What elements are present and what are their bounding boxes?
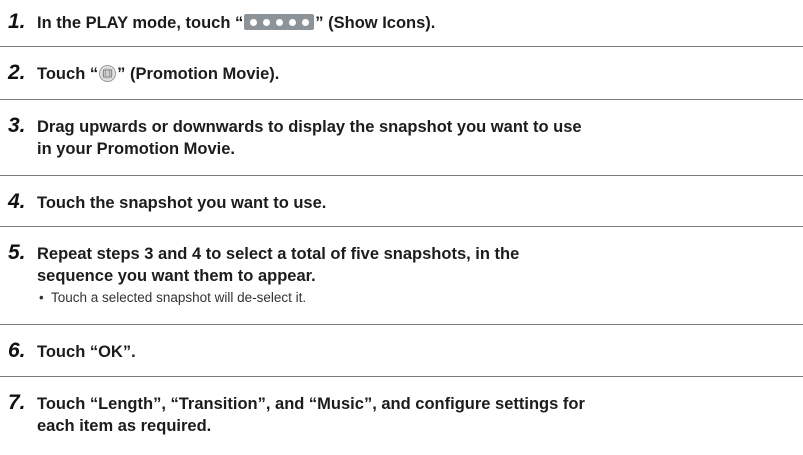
step-text-line: Drag upwards or downwards to display the… <box>37 118 582 136</box>
step-number: 1. <box>8 10 26 33</box>
divider <box>0 175 803 176</box>
step-3: 3. Drag upwards or downwards to display … <box>0 114 803 166</box>
promotion-movie-icon <box>99 65 117 82</box>
step-text-line: sequence you want them to appear. <box>37 267 316 285</box>
step-number: 5. <box>8 241 26 264</box>
step-text: In the PLAY mode, touch “ ” (Show Icons). <box>37 12 797 34</box>
step-text-line: each item as required. <box>37 417 212 435</box>
step-6: 6. Touch “OK”. <box>0 339 803 369</box>
step-text-before: Touch “ <box>37 65 99 83</box>
step-number: 3. <box>8 114 26 137</box>
divider <box>0 226 803 227</box>
note-text: Touch a selected snapshot will de-select… <box>51 290 307 305</box>
step-5: 5. Repeat steps 3 and 4 to select a tota… <box>0 241 803 317</box>
step-text-line: Touch the snapshot you want to use. <box>37 194 327 212</box>
step-text: Drag upwards or downwards to display the… <box>37 116 797 160</box>
step-text-line: Repeat steps 3 and 4 to select a total o… <box>37 245 520 263</box>
step-number: 2. <box>8 61 26 84</box>
step-7: 7. Touch “Length”, “Transition”, and “Mu… <box>0 391 803 443</box>
step-text: Touch “ ” (Promotion Movie). <box>37 63 797 85</box>
step-text-line: Touch “OK”. <box>37 343 136 361</box>
step-2: 2. Touch “ ” (Promotion Movie). <box>0 61 803 91</box>
step-number: 7. <box>8 391 26 414</box>
divider <box>0 99 803 100</box>
step-text: Touch “Length”, “Transition”, and “Music… <box>37 393 797 437</box>
step-text-line: Touch “Length”, “Transition”, and “Music… <box>37 395 585 413</box>
divider <box>0 46 803 47</box>
step-number: 6. <box>8 339 26 362</box>
step-1: 1. In the PLAY mode, touch “ ” (Show Icon… <box>0 10 803 40</box>
step-4: 4. Touch the snapshot you want to use. <box>0 190 803 220</box>
note-bullet: • <box>39 290 44 305</box>
divider <box>0 376 803 377</box>
step-text-after: ” (Promotion Movie). <box>117 65 280 83</box>
show-icons-icon <box>244 14 315 30</box>
step-text-after: ” (Show Icons). <box>315 14 436 32</box>
divider <box>0 324 803 325</box>
step-note: • Touch a selected snapshot will de-selec… <box>39 289 306 307</box>
step-text: Touch the snapshot you want to use. <box>37 192 797 214</box>
step-number: 4. <box>8 190 26 213</box>
step-text-line: in your Promotion Movie. <box>37 140 236 158</box>
step-text: Repeat steps 3 and 4 to select a total o… <box>37 243 797 287</box>
step-text-before: In the PLAY mode, touch “ <box>37 14 244 32</box>
step-text: Touch “OK”. <box>37 341 797 363</box>
